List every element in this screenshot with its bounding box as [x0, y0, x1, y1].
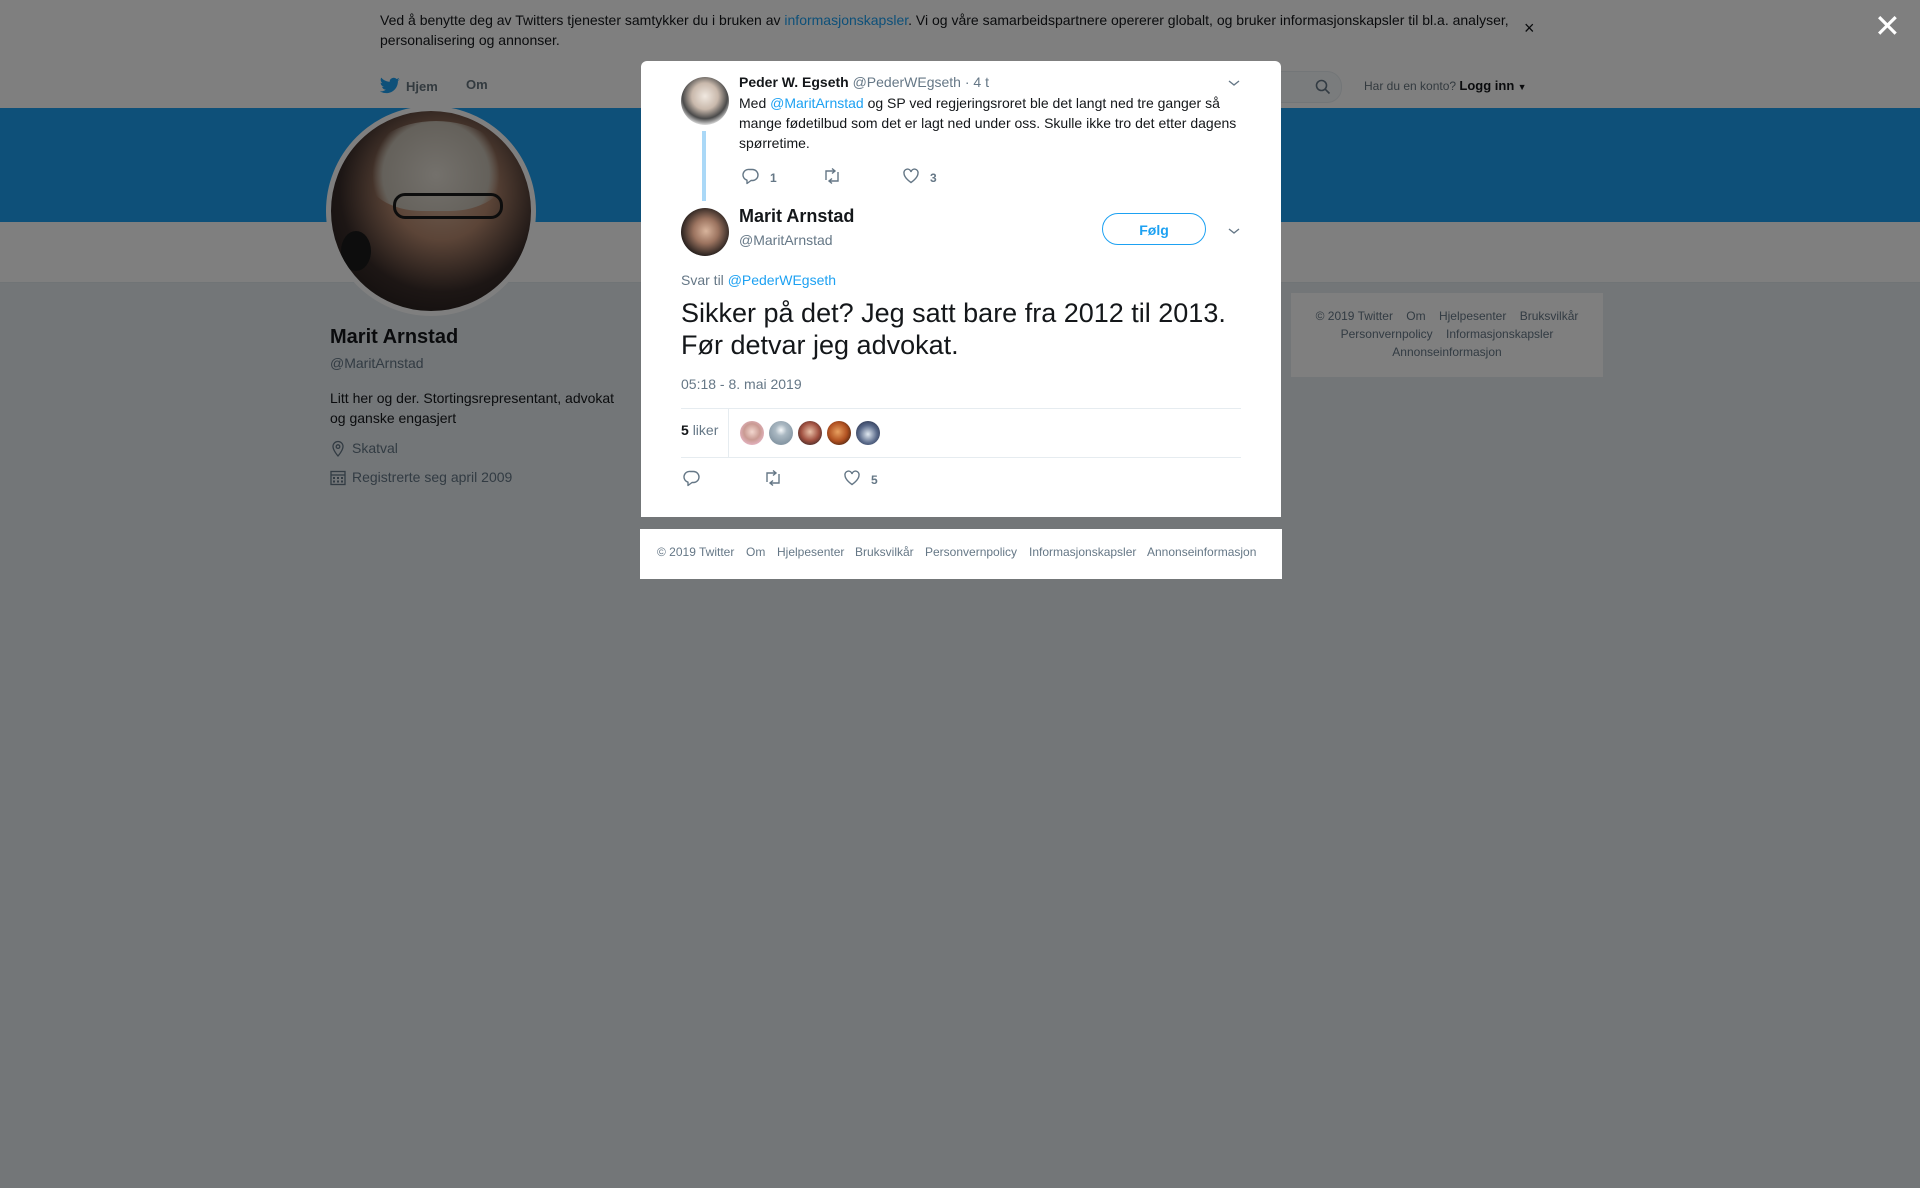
parent-tweet-header: Peder W. Egseth @PederWEgseth · 4 t [739, 74, 989, 90]
likes-summary[interactable]: 5 liker [681, 422, 718, 438]
parent-tweet-text: Med @MaritArnstad og SP ved regjeringsro… [739, 93, 1249, 153]
like-button[interactable]: 3 [902, 167, 937, 188]
likes-summary-label: liker [692, 422, 719, 438]
liker-avatar[interactable] [827, 421, 851, 445]
liker-avatar[interactable] [798, 421, 822, 445]
main-tweet-timestamp[interactable]: 05:18 - 8. mai 2019 [681, 376, 802, 392]
like-button[interactable]: 5 [843, 469, 878, 490]
footer-link-terms[interactable]: Bruksvilkår [855, 545, 914, 559]
mention-link[interactable]: @MaritArnstad [770, 95, 864, 111]
reply-to-handle[interactable]: @PederWEgseth [728, 272, 836, 288]
parent-tweet-text-before: Med [739, 95, 771, 111]
chevron-down-icon[interactable] [1227, 77, 1241, 91]
liker-avatar[interactable] [740, 421, 764, 445]
chevron-down-icon[interactable] [1227, 225, 1241, 239]
parent-tweet-time[interactable]: · 4 t [965, 74, 989, 90]
retweet-icon [822, 167, 842, 188]
modal-footer: © 2019 Twitter Om Hjelpesenter Bruksvilk… [640, 529, 1282, 579]
reply-button[interactable]: 1 [742, 167, 822, 188]
heart-icon [902, 167, 920, 188]
main-tweet-actions: 5 [683, 469, 878, 490]
main-tweet-author-name[interactable]: Marit Arnstad [739, 206, 854, 227]
reply-to-label: Svar til [681, 272, 724, 288]
parent-tweet-actions: 1 3 [742, 167, 937, 188]
main-tweet-avatar[interactable] [681, 208, 729, 256]
reply-icon [742, 167, 760, 188]
liker-avatar[interactable] [769, 421, 793, 445]
main-tweet-author-handle[interactable]: @MaritArnstad [739, 232, 833, 248]
retweet-button[interactable] [822, 167, 902, 188]
follow-button[interactable]: Følg [1102, 213, 1206, 245]
like-count: 3 [930, 170, 937, 185]
footer-link-cookies[interactable]: Informasjonskapsler [1029, 545, 1136, 559]
reply-icon [683, 469, 701, 490]
parent-tweet-author-handle[interactable]: @PederWEgseth [853, 74, 961, 90]
main-tweet-text: Sikker på det? Jeg satt bare fra 2012 ti… [681, 298, 1226, 360]
likes-summary-count: 5 [681, 422, 689, 438]
reply-to-line: Svar til @PederWEgseth [681, 272, 836, 288]
like-count: 5 [871, 472, 878, 487]
footer-link-ads-info[interactable]: Annonseinformasjon [1147, 545, 1256, 559]
heart-icon [843, 469, 861, 490]
parent-tweet-avatar[interactable] [681, 77, 729, 125]
tweet-stats: 5 liker [681, 408, 1241, 458]
stats-divider [728, 409, 729, 457]
footer-link-help[interactable]: Hjelpesenter [777, 545, 844, 559]
liker-avatar[interactable] [856, 421, 880, 445]
close-icon[interactable]: ✕ [1874, 10, 1901, 42]
reply-button[interactable] [683, 469, 763, 490]
reply-count: 1 [770, 170, 777, 185]
footer-link-about[interactable]: Om [746, 545, 765, 559]
tweet-permalink-modal: Peder W. Egseth @PederWEgseth · 4 t Med … [641, 61, 1281, 517]
footer-copyright: © 2019 Twitter [657, 545, 735, 559]
parent-tweet-author-name[interactable]: Peder W. Egseth [739, 74, 849, 90]
thread-connector [702, 131, 706, 201]
footer-link-privacy[interactable]: Personvernpolicy [925, 545, 1017, 559]
retweet-button[interactable] [763, 469, 843, 490]
retweet-icon [763, 469, 783, 490]
